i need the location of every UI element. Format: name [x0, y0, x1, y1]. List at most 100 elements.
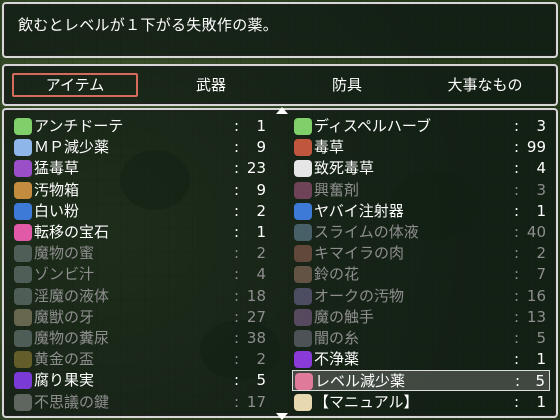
syringe-icon [294, 202, 312, 220]
quantity-separator: : [514, 180, 520, 199]
item-row[interactable]: 闇の糸:5 [292, 328, 550, 349]
item-row[interactable]: 魔物の糞尿:38 [12, 328, 270, 349]
tab-items[interactable]: アイテム [12, 73, 138, 97]
quantity-separator: : [234, 371, 240, 390]
item-quantity: 1 [256, 223, 266, 241]
red-herb-icon [294, 139, 312, 157]
item-name: 猛毒草 [34, 159, 80, 178]
key-icon [14, 393, 32, 411]
tab-label: 防具 [331, 76, 362, 94]
powder-icon [14, 202, 32, 220]
item-name: 転移の宝石 [34, 223, 110, 241]
item-row[interactable]: 不思議の鍵:17 [12, 392, 270, 413]
quantity-separator: : [514, 329, 520, 347]
item-row[interactable]: 淫魔の液体:18 [12, 286, 270, 307]
rotten-fruit-icon [14, 372, 32, 390]
item-name: 汚物箱 [34, 180, 80, 199]
item-row[interactable]: 汚物箱:9 [12, 180, 270, 201]
item-row[interactable]: スライムの体液:40 [292, 222, 550, 243]
item-row[interactable]: 魔物の蜜:2 [12, 243, 270, 264]
item-name: アンチドーテ [34, 117, 124, 135]
item-name: 致死毒草 [314, 159, 375, 178]
item-quantity: 7 [536, 265, 546, 284]
item-row[interactable]: 鈴の花:7 [292, 264, 550, 285]
purple-herb-icon [14, 160, 32, 178]
item-row[interactable]: 致死毒草:4 [292, 158, 550, 179]
item-row[interactable]: 黄金の盃:2 [12, 349, 270, 370]
item-row[interactable]: 腐り果実:5 [12, 370, 270, 391]
item-name: 腐り果実 [34, 371, 95, 390]
item-row[interactable]: 毒草:99 [292, 137, 550, 158]
item-quantity: 1 [536, 201, 546, 220]
quantity-separator: : [234, 307, 240, 326]
quantity-separator: : [514, 117, 520, 135]
quantity-separator: : [514, 265, 520, 284]
quantity-separator: : [514, 307, 520, 326]
tab-label: 武器 [195, 76, 226, 94]
help-window: 飲むとレベルが１下がる失敗作の薬。 [2, 2, 558, 58]
item-row[interactable]: ヤバイ注射器:1 [292, 201, 550, 222]
jar-icon [14, 266, 32, 284]
quantity-separator: : [234, 392, 240, 411]
tentacle-icon [294, 308, 312, 326]
item-name: 不思議の鍵 [34, 392, 110, 411]
item-name: ディスペルハーブ [314, 117, 432, 135]
tab-armor[interactable]: 防具 [284, 73, 410, 97]
item-row[interactable]: 転移の宝石:1 [12, 222, 270, 243]
item-row[interactable]: ディスペルハーブ:3 [292, 116, 550, 137]
item-row[interactable]: 魔の触手:13 [292, 307, 550, 328]
item-row[interactable]: 猛毒草:23 [12, 158, 270, 179]
jar-icon [14, 330, 32, 347]
item-row[interactable]: キマイラの肉:2 [292, 243, 550, 264]
item-quantity: 23 [246, 159, 266, 178]
tab-key-items[interactable]: 大事なもの [420, 73, 550, 97]
item-name: 興奮剤 [314, 180, 360, 199]
item-quantity: 1 [256, 117, 266, 135]
item-row[interactable]: アンチドーテ:1 [12, 116, 270, 137]
scroll-down-arrow-icon[interactable] [276, 413, 288, 420]
item-quantity: 17 [246, 392, 266, 411]
flower-icon [294, 266, 312, 284]
item-name: 白い粉 [34, 201, 80, 220]
item-row[interactable]: 興奮剤:3 [292, 180, 550, 201]
quantity-separator: : [234, 159, 240, 178]
item-name: 淫魔の液体 [34, 286, 110, 305]
pink-gem-icon [14, 224, 32, 241]
quantity-separator: : [514, 223, 520, 241]
item-quantity: 1 [536, 392, 546, 411]
item-name: スライムの体液 [314, 223, 419, 241]
item-name: 鈴の花 [314, 265, 360, 284]
item-quantity: 5 [256, 371, 266, 390]
quantity-separator: : [514, 286, 520, 305]
item-name: レベル減少薬 [315, 372, 406, 391]
item-quantity: 3 [536, 117, 546, 135]
item-row[interactable]: 【マニュアル】:1 [292, 392, 550, 413]
item-row[interactable]: 不浄薬:1 [292, 349, 550, 370]
pink-flask-icon [295, 373, 313, 391]
item-quantity: 27 [246, 307, 266, 326]
quantity-separator: : [514, 244, 520, 263]
tab-weapons[interactable]: 武器 [148, 73, 274, 97]
item-row[interactable]: レベル減少薬:5 [292, 370, 550, 392]
item-quantity: 9 [256, 180, 266, 199]
item-quantity: 40 [526, 223, 546, 241]
item-quantity: 16 [526, 286, 546, 305]
item-quantity: 18 [246, 286, 266, 305]
jar-icon [294, 224, 312, 241]
quantity-separator: : [234, 180, 240, 199]
scroll-up-arrow-icon[interactable] [276, 107, 288, 114]
item-quantity: 2 [536, 244, 546, 263]
item-name: ヤバイ注射器 [314, 201, 404, 220]
item-row[interactable]: オークの汚物:16 [292, 286, 550, 307]
quantity-separator: : [234, 201, 240, 220]
item-name: ＭＰ減少薬 [34, 138, 110, 157]
item-name: ゾンビ汁 [34, 265, 95, 284]
item-row[interactable]: ＭＰ減少薬:9 [12, 137, 270, 158]
item-row[interactable]: 白い粉:2 [12, 201, 270, 222]
category-window: アイテム 武器 防具 大事なもの [2, 64, 558, 106]
quantity-separator: : [234, 117, 240, 135]
item-row[interactable]: 魔獣の牙:27 [12, 307, 270, 328]
item-row[interactable]: ゾンビ汁:4 [12, 264, 270, 285]
quantity-separator: : [234, 350, 240, 369]
item-name: 魔物の糞尿 [34, 329, 110, 347]
